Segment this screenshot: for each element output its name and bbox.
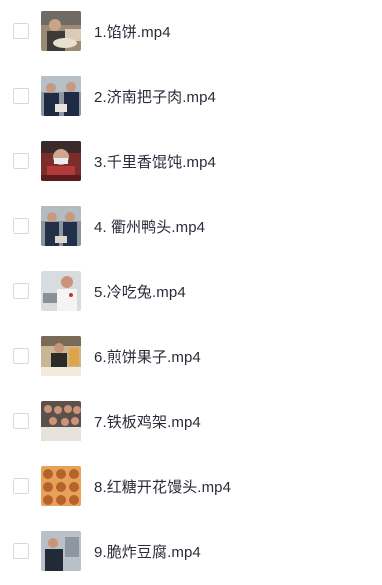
file-checkbox[interactable]	[13, 218, 29, 234]
file-name[interactable]: 1.馅饼.mp4	[94, 21, 171, 42]
video-thumbnail[interactable]	[41, 531, 81, 571]
file-checkbox[interactable]	[13, 413, 29, 429]
file-name[interactable]: 6.煎饼果子.mp4	[94, 346, 201, 367]
file-name[interactable]: 3.千里香馄饨.mp4	[94, 151, 216, 172]
list-item[interactable]: 9.脆炸豆腐.mp4	[0, 523, 382, 579]
video-thumbnail[interactable]	[41, 401, 81, 441]
file-checkbox[interactable]	[13, 478, 29, 494]
file-checkbox[interactable]	[13, 88, 29, 104]
file-checkbox[interactable]	[13, 348, 29, 364]
file-checkbox[interactable]	[13, 23, 29, 39]
video-thumbnail[interactable]	[41, 141, 81, 181]
list-item[interactable]: 8.红糖开花馒头.mp4	[0, 458, 382, 514]
list-item[interactable]: 6.煎饼果子.mp4	[0, 328, 382, 384]
file-checkbox[interactable]	[13, 283, 29, 299]
file-name[interactable]: 8.红糖开花馒头.mp4	[94, 476, 231, 497]
list-item[interactable]: 3.千里香馄饨.mp4	[0, 133, 382, 189]
video-thumbnail[interactable]	[41, 11, 81, 51]
video-thumbnail[interactable]	[41, 271, 81, 311]
video-thumbnail[interactable]	[41, 336, 81, 376]
file-checkbox[interactable]	[13, 543, 29, 559]
list-item[interactable]: 5.冷吃兔.mp4	[0, 263, 382, 319]
list-item[interactable]: 4. 衢州鸭头.mp4	[0, 198, 382, 254]
file-list: 1.馅饼.mp4 2.济南把子肉.mp4 3.千里香馄饨.mp4 4. 衢州鸭头…	[0, 0, 382, 585]
list-item[interactable]: 1.馅饼.mp4	[0, 3, 382, 59]
video-thumbnail[interactable]	[41, 76, 81, 116]
file-checkbox[interactable]	[13, 153, 29, 169]
list-item[interactable]: 7.铁板鸡架.mp4	[0, 393, 382, 449]
file-name[interactable]: 4. 衢州鸭头.mp4	[94, 216, 205, 237]
file-name[interactable]: 5.冷吃兔.mp4	[94, 281, 186, 302]
video-thumbnail[interactable]	[41, 206, 81, 246]
file-name[interactable]: 9.脆炸豆腐.mp4	[94, 541, 201, 562]
file-name[interactable]: 7.铁板鸡架.mp4	[94, 411, 201, 432]
video-thumbnail[interactable]	[41, 466, 81, 506]
file-name[interactable]: 2.济南把子肉.mp4	[94, 86, 216, 107]
list-item[interactable]: 2.济南把子肉.mp4	[0, 68, 382, 124]
